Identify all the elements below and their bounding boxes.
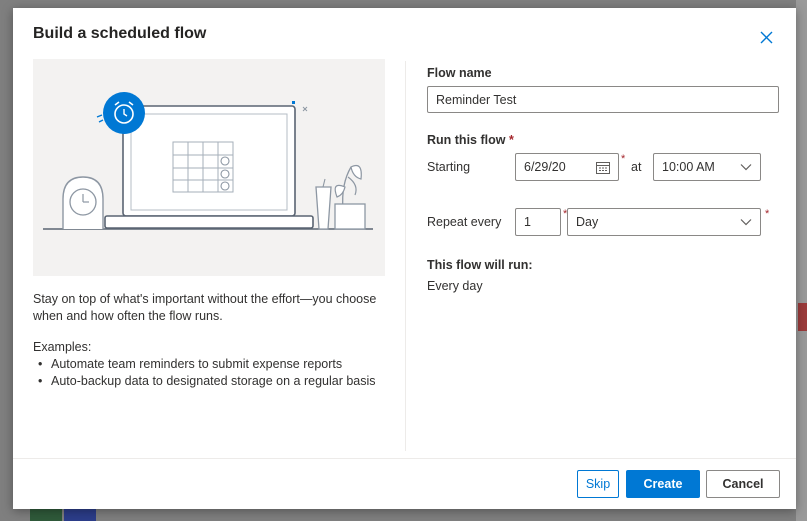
calendar-icon bbox=[596, 161, 610, 174]
list-item: Automate team reminders to submit expens… bbox=[33, 356, 393, 373]
repeat-every-label: Repeat every bbox=[427, 215, 502, 229]
flow-description: Stay on top of what's important without … bbox=[33, 292, 377, 323]
start-time-value: 10:00 AM bbox=[662, 160, 715, 174]
scheduled-flow-dialog: Build a scheduled flow Stay on top of wh… bbox=[13, 8, 796, 509]
flow-name-input[interactable] bbox=[427, 86, 779, 113]
desk-clock-icon bbox=[62, 176, 104, 229]
at-label: at bbox=[631, 160, 642, 174]
footer-divider bbox=[13, 458, 796, 459]
background-tile bbox=[30, 508, 62, 521]
run-this-flow-label: Run this flow * bbox=[427, 133, 514, 147]
background-tile bbox=[798, 303, 807, 331]
repeat-unit-dropdown[interactable]: Day bbox=[567, 208, 761, 236]
required-indicator: * bbox=[621, 153, 626, 165]
start-date-value: 6/29/20 bbox=[524, 160, 566, 174]
repeat-interval-input[interactable]: 1 bbox=[515, 208, 561, 236]
examples-section: Examples: Automate team reminders to sub… bbox=[33, 339, 393, 390]
start-time-dropdown[interactable]: 10:00 AM bbox=[653, 153, 761, 181]
examples-heading: Examples: bbox=[33, 340, 92, 354]
background-page-edge bbox=[796, 0, 807, 521]
required-indicator: * bbox=[508, 133, 514, 147]
flow-will-run-value: Every day bbox=[427, 279, 483, 293]
repeat-unit-value: Day bbox=[576, 215, 599, 229]
examples-list: Automate team reminders to submit expens… bbox=[33, 356, 393, 390]
required-indicator: * bbox=[765, 208, 770, 220]
skip-button[interactable]: Skip bbox=[577, 470, 619, 498]
repeat-interval-value: 1 bbox=[524, 215, 531, 229]
dialog-title: Build a scheduled flow bbox=[33, 25, 207, 42]
run-this-flow-text: Run this flow bbox=[427, 133, 506, 147]
flow-name-label: Flow name bbox=[427, 66, 492, 80]
alarm-clock-icon bbox=[96, 92, 145, 134]
chevron-down-icon bbox=[740, 164, 752, 171]
create-button[interactable]: Create bbox=[626, 470, 700, 498]
plant-icon bbox=[315, 164, 366, 230]
start-date-picker[interactable]: 6/29/20 bbox=[515, 153, 619, 181]
close-icon bbox=[760, 31, 772, 43]
column-divider bbox=[405, 61, 406, 451]
background-tile bbox=[64, 508, 96, 521]
schedule-illustration bbox=[33, 59, 385, 276]
cancel-button[interactable]: Cancel bbox=[706, 470, 780, 498]
close-button[interactable] bbox=[755, 26, 777, 48]
starting-label: Starting bbox=[427, 160, 471, 174]
flow-will-run-label: This flow will run: bbox=[427, 258, 533, 272]
chevron-down-icon bbox=[740, 219, 752, 226]
list-item: Auto-backup data to designated storage o… bbox=[33, 373, 393, 390]
